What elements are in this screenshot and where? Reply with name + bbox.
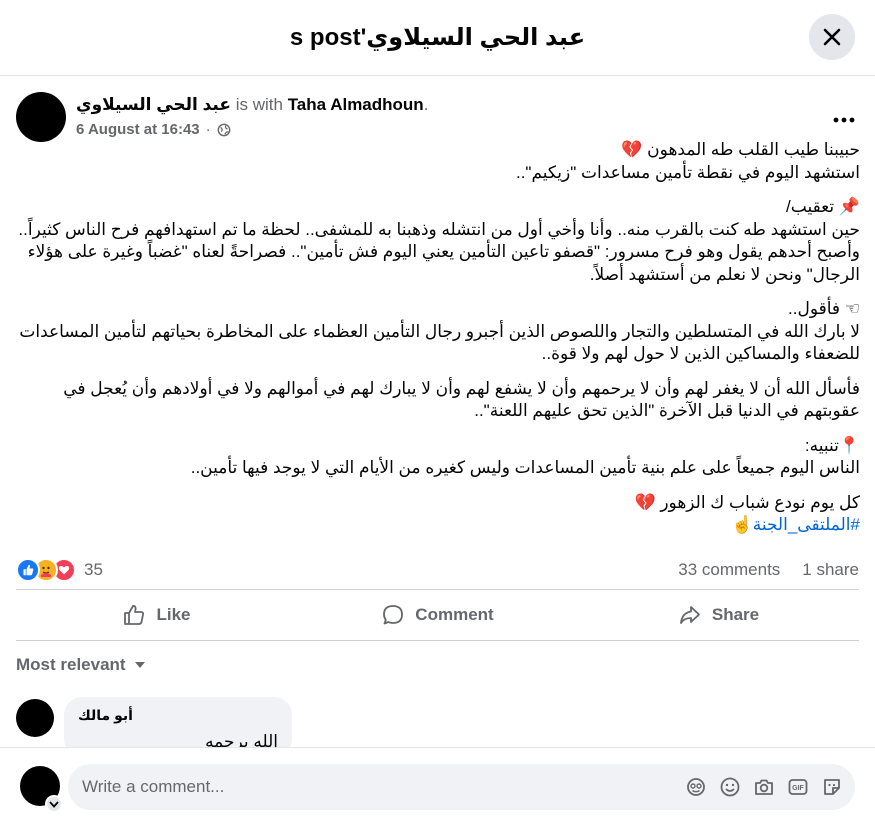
post-stats: 35 33 comments 1 share <box>16 556 859 584</box>
sticker-button[interactable] <box>819 774 845 800</box>
post-actions: Like Comment Share <box>16 589 859 641</box>
author-name[interactable]: عبد الحي السيلاوي <box>76 95 231 114</box>
like-label: Like <box>156 605 191 624</box>
emoji-icon <box>720 777 740 797</box>
reactions-summary[interactable]: 35 <box>16 558 103 582</box>
svg-text:GIF: GIF <box>792 785 804 792</box>
emoji-button[interactable] <box>717 774 743 800</box>
profile-switch-button[interactable] <box>45 795 63 813</box>
post-paragraph: حبيبنا طيب القلب طه المدهون 💔 استشهد الي… <box>515 140 860 182</box>
share-arrow-icon <box>679 606 700 624</box>
post-paragraph: كل يوم نودع شباب ك الزهور 💔 <box>634 492 860 512</box>
composer-tools: GIF <box>683 774 845 800</box>
post-paragraph: فأسأل الله أن لا يغفر لهم وأن لا يرحمهم … <box>63 378 860 421</box>
camera-button[interactable] <box>751 774 777 800</box>
close-button[interactable] <box>809 14 855 60</box>
author-line: عبد الحي السيلاوي is with Taha Almadhoun… <box>76 95 429 114</box>
more-horizontal-icon <box>833 117 855 123</box>
commenter-avatar[interactable] <box>16 699 54 737</box>
comment-input[interactable] <box>82 764 662 810</box>
post-timestamp[interactable]: 6 August at 16:43 <box>76 121 200 138</box>
with-text: is with <box>235 95 283 114</box>
dialog-title: عبد الحي السيلاوي's post <box>289 24 586 51</box>
camera-icon <box>755 779 773 795</box>
caret-down-icon <box>134 662 145 668</box>
close-icon <box>823 28 841 46</box>
more-options-button[interactable] <box>829 108 859 132</box>
like-reaction-icon <box>16 558 40 582</box>
avatar-sticker-icon <box>687 778 705 796</box>
post-paragraph: 📍تنبيه: الناس اليوم جميعاً على علم بنية … <box>190 435 860 478</box>
share-label: Share <box>711 605 760 624</box>
chevron-down-icon <box>49 800 59 808</box>
like-button[interactable]: Like <box>16 590 297 640</box>
post-paragraph: ☜ فأقول.. لا بارك الله في المتسلطين والت… <box>19 299 860 363</box>
comment-bubble-icon <box>383 605 404 625</box>
commenter-name[interactable]: أبو مالك <box>78 707 278 724</box>
post-text: حبيبنا طيب القلب طه المدهون 💔 استشهد الي… <box>18 139 860 537</box>
post-dialog-header: عبد الحي السيلاوي's post <box>0 0 875 76</box>
gif-icon: GIF <box>788 779 808 795</box>
share-button[interactable]: Share <box>578 590 859 640</box>
tagged-person[interactable]: Taha Almadhoun <box>288 95 424 114</box>
comment-bubble[interactable]: أبو مالك الله يرحمه <box>64 697 292 747</box>
post-header: عبد الحي السيلاوي is with Taha Almadhoun… <box>16 92 859 142</box>
thumbs-up-icon <box>124 605 145 625</box>
comment-composer: GIF <box>0 747 875 832</box>
comment-button[interactable]: Comment <box>297 590 578 640</box>
post-paragraph-last: كل يوم نودع شباب ك الزهور 💔 #الملتقى_الجن… <box>18 492 860 537</box>
reactions-count[interactable]: 35 <box>84 560 103 580</box>
post-scroll-area[interactable]: عبد الحي السيلاوي is with Taha Almadhoun… <box>0 77 875 747</box>
sticker-icon <box>824 779 840 795</box>
post-paragraph: 📌 تعقيب/ حين استشهد طه كنت بالقرب منه.. … <box>18 197 860 284</box>
engagement-counts: 33 comments 1 share <box>678 560 859 580</box>
hashtag-link[interactable]: #الملتقى_الجنة☝️ <box>732 515 860 534</box>
avatar-sticker-button[interactable] <box>683 774 709 800</box>
comments-count[interactable]: 33 comments <box>678 560 780 580</box>
meta-dot: · <box>205 121 211 138</box>
author-avatar[interactable] <box>16 92 66 142</box>
gif-button[interactable]: GIF <box>785 774 811 800</box>
globe-icon <box>217 123 231 136</box>
comment-text: الله يرحمه <box>205 732 278 747</box>
post-meta: 6 August at 16:43 · <box>76 121 231 138</box>
comment-sort-dropdown[interactable]: Most relevant <box>16 655 146 675</box>
sort-label: Most relevant <box>16 655 126 674</box>
comment-box: GIF <box>68 764 855 810</box>
shares-count[interactable]: 1 share <box>802 560 859 580</box>
comment-label: Comment <box>415 605 494 624</box>
